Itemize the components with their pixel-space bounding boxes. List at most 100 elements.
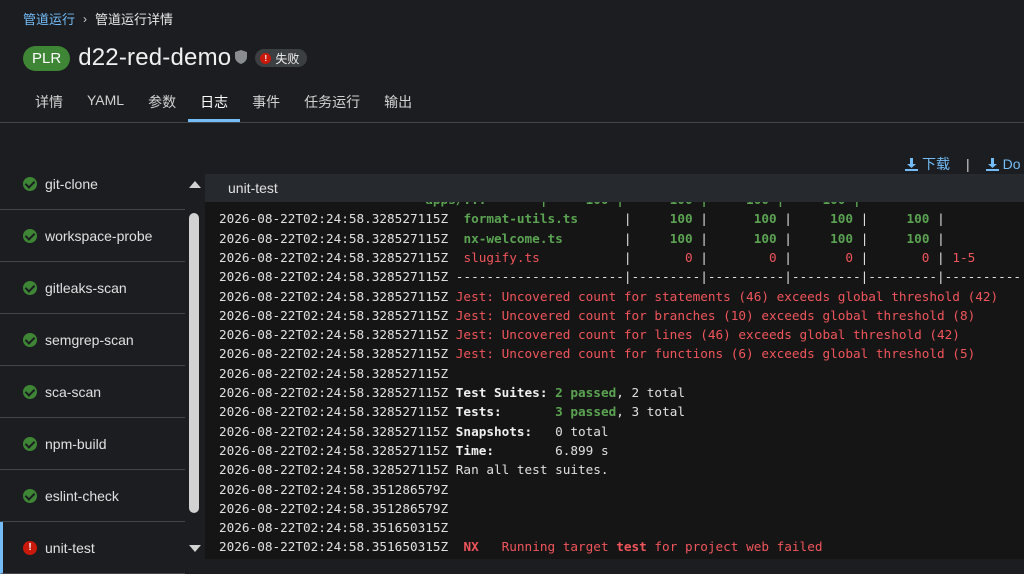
log-segment: | — [562, 230, 670, 246]
log-segment: for project web failed — [646, 539, 823, 555]
log-segment: 2026-08-22T02:24:58.328527115Z — [219, 365, 449, 381]
log-line: 2026-08-22T02:24:58.328527115Z Time: 6.8… — [219, 441, 609, 460]
task-item-eslint-check[interactable]: eslint-check — [0, 470, 185, 522]
log-line: 2026-08-22T02:24:58.328527115Z ---------… — [219, 267, 1021, 286]
error-icon: ! — [260, 52, 272, 64]
log-segment: 100 — [753, 230, 777, 246]
task-item-workspace-probe[interactable]: workspace-probe — [0, 210, 185, 262]
log-line: 2026-08-22T02:24:58.328527115Z Tests: 3 … — [219, 402, 685, 421]
log-segment — [502, 404, 555, 419]
chevron-right-icon: › — [83, 11, 88, 26]
log-segment: 100 — [830, 230, 854, 246]
log-segment: 2 passed — [555, 385, 617, 400]
log-line: 2026-08-22T02:24:58.351650315Z NX Runnin… — [219, 537, 822, 556]
check-circle-icon — [23, 488, 37, 503]
log-segment: | — [776, 230, 831, 246]
error-circle-icon: ! — [23, 540, 37, 555]
page-title: d22-red-demo — [78, 44, 232, 71]
task-label: workspace-probe — [45, 227, 153, 244]
log-line: apps/... | 100 | 100 | 100 | 100 | — [219, 202, 860, 209]
tab-3[interactable]: 日志 — [188, 82, 241, 122]
log-segment: 2026-08-22T02:24:58.351286579Z — [219, 481, 449, 497]
log-segment: | — [929, 230, 945, 246]
task-item-git-clone[interactable]: git-clone — [0, 158, 185, 210]
log-segment: | — [853, 230, 907, 246]
log-segment: 2026-08-22T02:24:58.328527115Z — [219, 327, 456, 343]
log-panel: unit-test apps/... | 100 | 100 | 100 | 1… — [205, 174, 1024, 559]
log-segment: , 2 total — [616, 385, 685, 400]
log-line: 2026-08-22T02:24:58.328527115Z slugify.t… — [219, 248, 975, 267]
log-line: 2026-08-22T02:24:58.328527115Z — [219, 364, 448, 383]
log-line: 2026-08-22T02:24:58.328527115Z Snapshots… — [219, 422, 609, 441]
log-segment: | — [776, 211, 831, 227]
task-item-unit-test[interactable]: ! unit-test — [0, 522, 185, 574]
log-segment: Running target — [501, 539, 617, 555]
log-segment: Test Suites: — [455, 385, 548, 400]
status-label: 失败 — [275, 51, 300, 66]
status-badge: ! 失败 — [255, 49, 308, 67]
log-segment: 2026-08-22T02:24:58.351650315Z — [219, 539, 464, 555]
task-list-scrollbar[interactable] — [187, 175, 201, 559]
log-segment: 2026-08-22T02:24:58.328527115Z — [219, 423, 456, 439]
tab-1[interactable]: YAML — [75, 82, 136, 122]
download-actions: 下载 | Do — [905, 154, 1021, 174]
task-label: semgrep-scan — [45, 331, 134, 348]
log-segment: slugify.ts — [463, 249, 540, 265]
log-segment: apps/... | 100 | 100 | 100 | 100 | — [219, 202, 860, 207]
log-segment: | — [776, 249, 846, 265]
log-segment: | — [929, 249, 953, 265]
log-line: 2026-08-22T02:24:58.328527115Z Test Suit… — [219, 383, 685, 402]
check-circle-icon — [23, 332, 37, 347]
log-output[interactable]: apps/... | 100 | 100 | 100 | 100 | 2026-0… — [205, 202, 1024, 559]
task-item-semgrep-scan[interactable]: semgrep-scan — [0, 314, 185, 366]
log-line: 2026-08-22T02:24:58.328527115Z format-ut… — [219, 209, 945, 228]
log-segment: nx-welcome.ts — [463, 230, 563, 246]
log-segment — [547, 385, 555, 400]
scroll-down-icon[interactable] — [189, 545, 201, 552]
log-segment: 0 — [845, 249, 854, 265]
tab-0[interactable]: 详情 — [23, 82, 75, 122]
tab-4[interactable]: 事件 — [240, 82, 292, 122]
breadcrumb-current: 管道运行详情 — [95, 12, 174, 27]
log-segment: 2026-08-22T02:24:58.328527115Z Ran all t… — [219, 462, 609, 478]
log-segment: 2026-08-22T02:24:58.328527115Z — [219, 249, 464, 265]
log-segment: Jest: Uncovered count for lines (46) exc… — [455, 327, 960, 343]
tab-6[interactable]: 输出 — [372, 82, 424, 122]
task-item-npm-build[interactable]: npm-build — [0, 418, 185, 470]
log-segment: | — [578, 211, 670, 227]
task-item-sca-scan[interactable]: sca-scan — [0, 366, 185, 418]
tab-2[interactable]: 参数 — [136, 82, 188, 122]
tab-5[interactable]: 任务运行 — [292, 82, 372, 122]
log-line: 2026-08-22T02:24:58.328527115Z Jest: Unc… — [219, 287, 998, 306]
task-item-gitleaks-scan[interactable]: gitleaks-scan — [0, 262, 185, 314]
log-segment: NX — [463, 539, 479, 555]
log-segment: | — [929, 211, 945, 227]
breadcrumb: 管道运行 › 管道运行详情 — [23, 9, 173, 28]
task-label: sca-scan — [45, 383, 102, 400]
download-button[interactable]: 下载 — [905, 154, 950, 174]
log-segment: 2026-08-22T02:24:58.328527115Z — [219, 404, 456, 420]
log-segment — [479, 539, 502, 554]
log-line: 2026-08-22T02:24:58.351286579Z — [219, 499, 448, 518]
log-segment: 2026-08-22T02:24:58.328527115Z — [219, 346, 456, 362]
log-line: 2026-08-22T02:24:58.328527115Z Jest: Unc… — [219, 325, 960, 344]
scrollbar-thumb[interactable] — [189, 213, 199, 513]
scroll-up-icon[interactable] — [189, 181, 201, 188]
log-segment: 0 — [684, 249, 693, 265]
log-line: 2026-08-22T02:24:58.328527115Z Ran all t… — [219, 460, 609, 479]
log-line: 2026-08-22T02:24:58.351286579Z — [219, 480, 448, 499]
log-segment: 2026-08-22T02:24:58.328527115Z — [219, 307, 456, 323]
log-segment: 100 — [669, 230, 693, 246]
download-all-button[interactable]: Do — [985, 156, 1021, 172]
task-label: unit-test — [45, 539, 95, 556]
task-label: eslint-check — [45, 487, 119, 504]
task-label: npm-build — [45, 435, 107, 452]
log-segment: | — [692, 230, 754, 246]
log-line: 2026-08-22T02:24:58.328527115Z Jest: Unc… — [219, 306, 975, 325]
breadcrumb-link-pipeline-runs[interactable]: 管道运行 — [23, 9, 75, 28]
log-segment: , 3 total — [616, 404, 685, 420]
log-segment: 100 — [906, 230, 930, 246]
log-segment: 3 passed — [555, 404, 617, 420]
task-list: git-clone workspace-probe gitleaks-scan sem… — [0, 158, 185, 574]
check-circle-icon — [23, 176, 37, 191]
